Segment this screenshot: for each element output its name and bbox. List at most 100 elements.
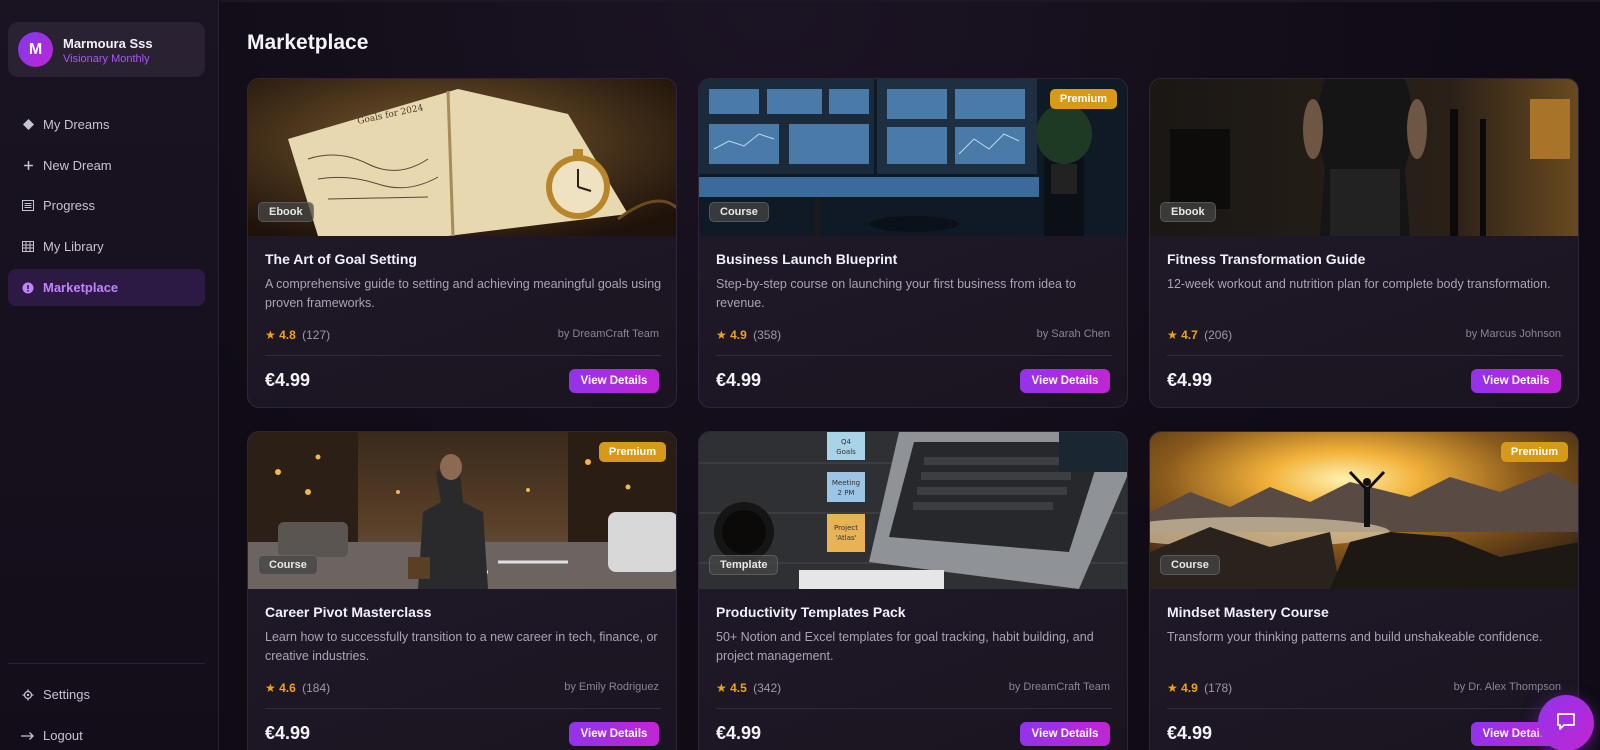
sticky-note-text: Q4	[841, 438, 852, 446]
premium-badge: Premium	[598, 442, 666, 462]
rating-score: 4.5	[730, 681, 747, 695]
product-type-tag: Course	[709, 202, 769, 222]
price: €4.99	[265, 723, 311, 743]
view-details-button[interactable]: View Details	[1020, 369, 1110, 393]
author: by Dr. Alex Thompson	[1453, 681, 1561, 693]
card-divider	[1167, 708, 1563, 709]
author: by Emily Rodriguez	[564, 681, 659, 693]
sidebar-item-label: Settings	[43, 687, 90, 702]
product-card-fitness[interactable]: Ebook Fitness Transformation Guide 12-we…	[1149, 78, 1579, 408]
card-divider	[1167, 355, 1563, 356]
star-icon: ★	[265, 328, 276, 342]
product-type-tag: Course	[1160, 555, 1220, 575]
card-divider	[265, 708, 661, 709]
card-description: 50+ Notion and Excel templates for goal …	[716, 630, 1094, 663]
review-count: (206)	[1204, 328, 1233, 342]
premium-badge: Premium	[1049, 89, 1117, 109]
rating: ★ 4.6 (184)	[265, 681, 330, 695]
product-type-tag: Course	[258, 555, 318, 575]
card-description: A comprehensive guide to setting and ach…	[265, 277, 662, 310]
card-description: Step-by-step course on launching your fi…	[716, 277, 1076, 310]
view-details-button[interactable]: View Details	[569, 369, 659, 393]
star-icon: ★	[716, 681, 727, 695]
price: €4.99	[716, 723, 762, 743]
compass-icon	[21, 281, 35, 295]
sidebar-item-my-dreams[interactable]: My Dreams	[8, 106, 205, 143]
author: by Sarah Chen	[1036, 328, 1110, 340]
star-icon: ★	[1167, 681, 1178, 695]
chat-bubble-icon	[1555, 710, 1577, 737]
page-title: Marketplace	[247, 31, 369, 54]
star-icon: ★	[1167, 328, 1178, 342]
main-content: Marketplace Goals for 2024 Ebook The Art…	[220, 0, 1600, 750]
sticky-note-text: 'Atlas'	[835, 534, 856, 542]
sidebar-item-label: My Library	[43, 239, 104, 254]
sidebar-divider	[8, 663, 205, 664]
card-description: 12-week workout and nutrition plan for c…	[1167, 277, 1551, 291]
star-icon: ★	[265, 681, 276, 695]
card-title: Fitness Transformation Guide	[1167, 251, 1366, 267]
plus-icon	[21, 159, 35, 173]
rating: ★ 4.5 (342)	[716, 681, 781, 695]
card-title: Productivity Templates Pack	[716, 604, 906, 620]
author: by DreamCraft Team	[557, 328, 659, 340]
view-details-button[interactable]: View Details	[1020, 722, 1110, 746]
sidebar-item-progress[interactable]: Progress	[8, 187, 205, 224]
product-card-mindset-mastery[interactable]: Premium Course Mindset Mastery Course Tr…	[1149, 431, 1579, 750]
author: by DreamCraft Team	[1008, 681, 1110, 693]
top-border	[220, 0, 1600, 2]
user-name: Marmoura Sss	[63, 36, 153, 51]
price: €4.99	[265, 370, 311, 390]
product-type-tag: Template	[709, 555, 779, 575]
review-count: (127)	[302, 328, 331, 342]
diamond-icon	[21, 118, 35, 132]
premium-badge: Premium	[1500, 442, 1568, 462]
price: €4.99	[716, 370, 762, 390]
sidebar-item-logout[interactable]: Logout	[8, 717, 205, 750]
view-details-button[interactable]: View Details	[569, 722, 659, 746]
star-icon: ★	[716, 328, 727, 342]
card-title: Business Launch Blueprint	[716, 251, 898, 267]
list-icon	[21, 199, 35, 213]
user-plan: Visionary Monthly	[63, 53, 150, 65]
sticky-note-text: Goals	[836, 448, 856, 456]
card-description: Learn how to successfully transition to …	[265, 630, 658, 663]
sidebar-item-settings[interactable]: Settings	[8, 676, 205, 713]
view-details-button[interactable]: View Details	[1471, 369, 1561, 393]
review-count: (342)	[753, 681, 782, 695]
author: by Marcus Johnson	[1465, 328, 1561, 340]
chat-button[interactable]	[1538, 695, 1594, 750]
product-card-business-launch[interactable]: Premium Course Business Launch Blueprint…	[698, 78, 1128, 408]
rating: ★ 4.7 (206)	[1167, 328, 1232, 342]
card-title: Career Pivot Masterclass	[265, 604, 432, 620]
product-type-tag: Ebook	[1160, 202, 1216, 222]
rating-score: 4.7	[1181, 328, 1198, 342]
sidebar-item-label: Logout	[43, 728, 83, 743]
card-divider	[716, 355, 1112, 356]
card-description: Transform your thinking patterns and bui…	[1167, 630, 1543, 644]
sidebar-item-marketplace[interactable]: Marketplace	[8, 269, 205, 306]
gear-icon	[21, 688, 35, 702]
rating: ★ 4.9 (358)	[716, 328, 781, 342]
product-card-productivity-templates[interactable]: Q4 Goals Meeting 2 PM Project 'Atlas' Te…	[698, 431, 1128, 750]
review-count: (184)	[302, 681, 331, 695]
product-type-tag: Ebook	[258, 202, 314, 222]
avatar: M	[18, 32, 53, 67]
logout-arrow-icon	[21, 729, 35, 743]
review-count: (178)	[1204, 681, 1233, 695]
sidebar-item-new-dream[interactable]: New Dream	[8, 147, 205, 184]
rating: ★ 4.9 (178)	[1167, 681, 1232, 695]
product-card-career-pivot[interactable]: Premium Course Career Pivot Masterclass …	[247, 431, 677, 750]
product-card-goal-setting[interactable]: Goals for 2024 Ebook The Art of Goal Set…	[247, 78, 677, 408]
sidebar-item-label: Progress	[43, 198, 96, 213]
rating-score: 4.6	[279, 681, 296, 695]
rating-score: 4.9	[1181, 681, 1198, 695]
card-title: Mindset Mastery Course	[1167, 604, 1329, 620]
price: €4.99	[1167, 370, 1213, 390]
review-count: (358)	[753, 328, 782, 342]
sidebar-item-label: My Dreams	[43, 117, 110, 132]
user-profile-card[interactable]: M Marmoura Sss Visionary Monthly	[8, 22, 205, 77]
grid-icon	[21, 240, 35, 254]
rating: ★ 4.8 (127)	[265, 328, 330, 342]
sidebar-item-my-library[interactable]: My Library	[8, 228, 205, 265]
